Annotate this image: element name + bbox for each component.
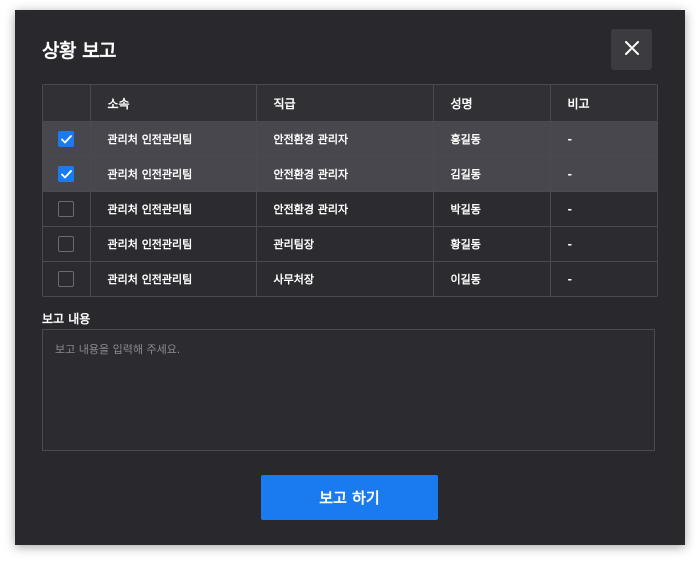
column-header-position: 직급 bbox=[256, 85, 434, 122]
cell-note: - bbox=[550, 156, 657, 192]
cell-position: 안전환경 관리자 bbox=[256, 191, 434, 227]
cell-department: 관리처 인전관리팀 bbox=[90, 191, 257, 227]
row-checkbox[interactable] bbox=[58, 236, 75, 252]
row-checkbox[interactable] bbox=[58, 201, 75, 217]
cell-name: 김길동 bbox=[433, 156, 551, 192]
report-content-label: 보고 내용 bbox=[42, 312, 91, 326]
row-checkbox[interactable] bbox=[58, 166, 75, 182]
table-row[interactable]: 관리처 인전관리팀 안전환경 관리자 김길동 - bbox=[43, 156, 657, 192]
row-checkbox[interactable] bbox=[58, 271, 75, 287]
table-row[interactable]: 관리처 인전관리팀 사무처장 이길동 - bbox=[43, 261, 657, 296]
row-select-cell bbox=[43, 226, 91, 262]
table-row[interactable]: 관리처 인전관리팀 안전환경 관리자 박길동 - bbox=[43, 191, 657, 227]
report-content-input[interactable] bbox=[42, 329, 655, 451]
checkmark-icon bbox=[60, 134, 72, 144]
cell-name: 홍길동 bbox=[433, 121, 551, 157]
cell-name: 이길동 bbox=[433, 261, 551, 296]
dialog-title: 상황 보고 bbox=[42, 40, 117, 62]
cell-note: - bbox=[550, 261, 657, 296]
cell-name: 박길동 bbox=[433, 191, 551, 227]
cell-note: - bbox=[550, 121, 657, 157]
row-select-cell bbox=[43, 261, 91, 296]
column-header-note: 비고 bbox=[550, 85, 657, 122]
cell-department: 관리처 인전관리팀 bbox=[90, 226, 257, 262]
row-checkbox[interactable] bbox=[58, 131, 75, 147]
close-button[interactable] bbox=[611, 29, 652, 70]
close-icon bbox=[624, 41, 639, 58]
cell-department: 관리처 인전관리팀 bbox=[90, 156, 257, 192]
column-header-department: 소속 bbox=[90, 85, 257, 122]
table-row[interactable]: 관리처 인전관리팀 안전환경 관리자 홍길동 - bbox=[43, 121, 657, 157]
cell-department: 관리처 인전관리팀 bbox=[90, 261, 257, 296]
submit-report-button[interactable]: 보고 하기 bbox=[261, 475, 438, 520]
cell-position: 관리팀장 bbox=[256, 226, 434, 262]
table-row[interactable]: 관리처 인전관리팀 관리팀장 황길동 - bbox=[43, 226, 657, 262]
cell-note: - bbox=[550, 191, 657, 227]
personnel-table: 소속 직급 성명 비고 관리처 인전관리팀 안전환경 관리자 홍길동 - 관리처 인전관… bbox=[42, 84, 658, 297]
row-select-cell bbox=[43, 121, 91, 157]
column-header-name: 성명 bbox=[433, 85, 551, 122]
cell-department: 관리처 인전관리팀 bbox=[90, 121, 257, 157]
row-select-cell bbox=[43, 156, 91, 192]
checkmark-icon bbox=[60, 169, 72, 179]
row-select-cell bbox=[43, 191, 91, 227]
report-dialog: 상황 보고 소속 직급 성명 비고 관리처 인전관리팀 안전환경 관리자 홍길동… bbox=[15, 10, 685, 545]
column-header-select bbox=[43, 85, 91, 122]
cell-name: 황길동 bbox=[433, 226, 551, 262]
cell-position: 안전환경 관리자 bbox=[256, 156, 434, 192]
cell-note: - bbox=[550, 226, 657, 262]
table-header-row: 소속 직급 성명 비고 bbox=[43, 85, 657, 122]
cell-position: 사무처장 bbox=[256, 261, 434, 296]
cell-position: 안전환경 관리자 bbox=[256, 121, 434, 157]
